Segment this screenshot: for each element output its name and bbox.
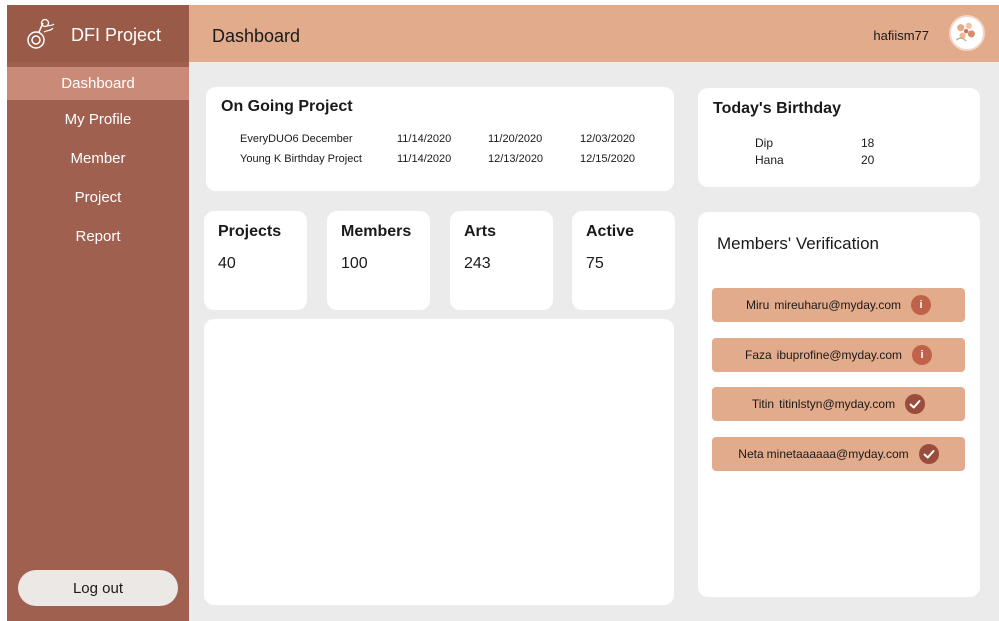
member-name: Miru: [745, 298, 770, 312]
stat-value: 243: [464, 255, 491, 272]
project-date: 11/20/2020: [488, 133, 543, 145]
sidebar-item-label: My Profile: [64, 111, 132, 128]
check-icon: [923, 450, 935, 459]
brand-title: DFI Project: [71, 25, 162, 45]
project-date: 11/14/2020: [397, 133, 452, 145]
project-date: 12/13/2020: [488, 153, 544, 165]
stat-card-active[interactable]: Active 75: [572, 211, 675, 310]
stat-card-members[interactable]: Members 100: [327, 211, 430, 310]
birthday-age: 20: [861, 153, 875, 167]
sidebar-item-my-profile[interactable]: My Profile: [7, 100, 189, 139]
sidebar-item-label: Dashboard: [61, 75, 135, 92]
sidebar-nav: Dashboard My Profile Member Project Repo…: [7, 67, 189, 256]
verification-item[interactable]: Titin titinlstyn@myday.com: [712, 387, 965, 421]
sidebar-item-report[interactable]: Report: [7, 217, 189, 256]
member-email: titinlstyn@myday.com: [779, 397, 896, 411]
birthday-title: Today's Birthday: [713, 100, 841, 117]
member-name: Titin: [751, 397, 775, 411]
project-date: 11/14/2020: [397, 153, 452, 165]
member-name: Faza: [744, 348, 772, 362]
stat-value: 100: [341, 255, 368, 272]
stat-value: 40: [218, 255, 236, 272]
stat-value: 75: [586, 255, 604, 272]
content-panel: [204, 319, 674, 605]
brand[interactable]: DFI Project: [7, 5, 189, 62]
stat-label: Members: [341, 223, 412, 240]
member-email: minetaaaaaa@myday.com: [766, 447, 909, 461]
verification-item[interactable]: Faza ibuprofine@myday.com i: [712, 338, 965, 372]
sidebar-item-dashboard[interactable]: Dashboard: [7, 67, 189, 100]
birthday-card: Today's Birthday Dip 18 Hana 20: [698, 88, 980, 187]
avatar[interactable]: [949, 15, 985, 51]
check-icon[interactable]: [918, 444, 939, 464]
username[interactable]: hafiism77: [873, 28, 929, 43]
info-icon[interactable]: i: [912, 345, 933, 365]
ongoing-project-card: On Going Project EveryDUO6 December 11/1…: [206, 87, 674, 191]
project-name: Young K Birthday Project: [240, 153, 362, 165]
stat-card-projects[interactable]: Projects 40: [204, 211, 307, 310]
logout-button[interactable]: Log out: [18, 570, 178, 606]
stat-label: Active: [586, 223, 635, 240]
members-verification-card: Members' Verification Miru mireuharu@myd…: [698, 212, 980, 597]
verification-item[interactable]: Miru mireuharu@myday.com i: [712, 288, 965, 322]
ongoing-project-title: On Going Project: [221, 98, 353, 115]
stat-label: Arts: [464, 223, 497, 240]
sidebar: DFI Project Dashboard My Profile Member …: [7, 5, 189, 621]
check-icon[interactable]: [905, 394, 926, 414]
sidebar-item-member[interactable]: Member: [7, 139, 189, 178]
project-name: EveryDUO6 December: [240, 133, 353, 145]
verification-title: Members' Verification: [717, 234, 879, 253]
birthday-name: Hana: [755, 153, 784, 167]
plant-pot-icon: [27, 18, 55, 49]
main-content: On Going Project EveryDUO6 December 11/1…: [189, 62, 999, 621]
check-icon: [909, 400, 921, 409]
info-icon[interactable]: i: [911, 295, 931, 315]
verification-item[interactable]: Neta minetaaaaaa@myday.com: [712, 437, 965, 471]
page-title: Dashboard: [212, 26, 301, 46]
stat-card-arts[interactable]: Arts 243: [450, 211, 553, 310]
member-email: mireuharu@myday.com: [774, 298, 901, 312]
stat-label: Projects: [218, 223, 282, 240]
member-email: ibuprofine@myday.com: [776, 348, 903, 362]
header-bar: Dashboard hafiism77: [189, 5, 999, 62]
flower-avatar-icon: [951, 17, 979, 45]
birthday-name: Dip: [755, 136, 774, 150]
sidebar-item-label: Member: [70, 150, 126, 167]
sidebar-item-label: Report: [75, 228, 121, 245]
member-name: Neta: [738, 447, 764, 461]
birthday-age: 18: [861, 136, 875, 150]
project-date: 12/15/2020: [580, 153, 636, 165]
app-root: DFI Project Dashboard My Profile Member …: [0, 0, 999, 621]
sidebar-item-project[interactable]: Project: [7, 178, 189, 217]
sidebar-item-label: Project: [74, 189, 122, 206]
project-date: 12/03/2020: [580, 133, 636, 145]
